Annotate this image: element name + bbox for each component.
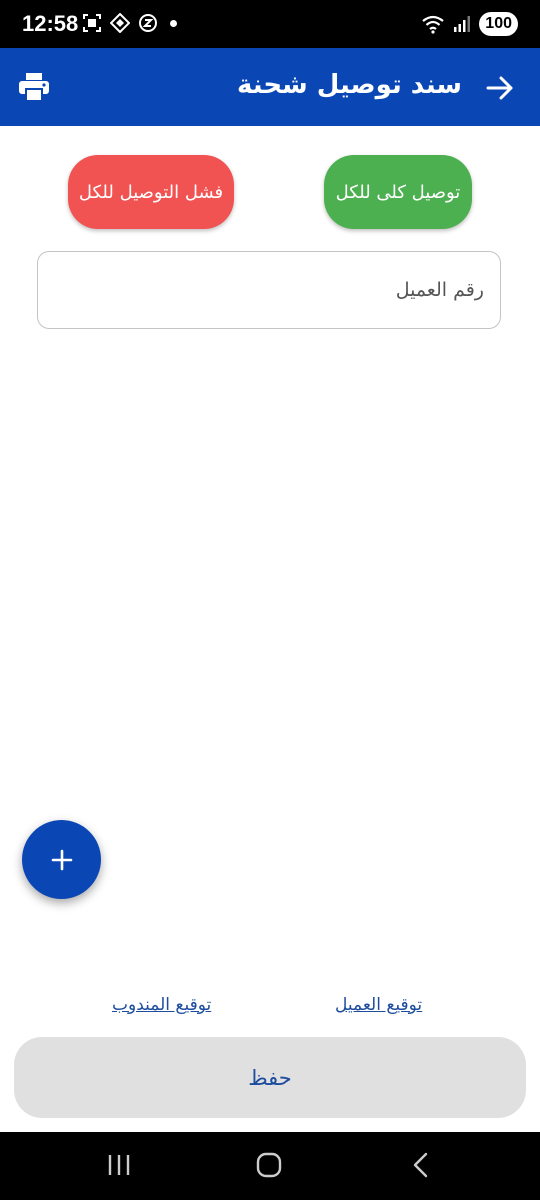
deliver-all-label: توصيل كلى للكل — [335, 181, 461, 203]
recent-apps-icon[interactable] — [106, 1152, 132, 1178]
deliver-all-button[interactable]: توصيل كلى للكل — [324, 155, 472, 229]
save-button[interactable]: حفظ — [14, 1037, 526, 1118]
customer-signature-link[interactable]: توقيع العميل — [335, 995, 422, 1015]
currency-app-icon — [139, 14, 157, 32]
status-notification-icons — [82, 13, 177, 33]
arrow-right-icon[interactable] — [486, 75, 514, 101]
battery-indicator: 100 — [479, 12, 518, 36]
customer-number-input[interactable] — [38, 252, 500, 328]
save-label: حفظ — [248, 1065, 292, 1090]
diamond-app-icon — [110, 13, 130, 33]
print-icon[interactable] — [18, 72, 50, 102]
status-system-icons: 100 — [421, 12, 518, 36]
representative-signature-link[interactable]: توقيع المندوب — [112, 995, 211, 1015]
customer-number-field — [37, 251, 501, 329]
plus-icon — [51, 849, 72, 870]
back-nav-icon[interactable] — [408, 1152, 434, 1178]
add-button[interactable] — [22, 820, 101, 899]
fail-all-label: فشل التوصيل للكل — [78, 181, 224, 203]
signal-icon — [454, 16, 471, 32]
screenshot-icon — [83, 14, 101, 32]
page-title: سند توصيل شحنة — [237, 70, 462, 100]
notification-dot-icon — [170, 19, 177, 27]
home-icon[interactable] — [256, 1152, 282, 1178]
status-bar: 12:58 100 — [0, 0, 540, 48]
system-nav-bar — [0, 1132, 540, 1200]
wifi-icon — [422, 15, 444, 34]
fail-all-button[interactable]: فشل التوصيل للكل — [68, 155, 234, 229]
app-bar: سند توصيل شحنة — [0, 48, 540, 126]
status-time: 12:58 — [22, 11, 79, 36]
